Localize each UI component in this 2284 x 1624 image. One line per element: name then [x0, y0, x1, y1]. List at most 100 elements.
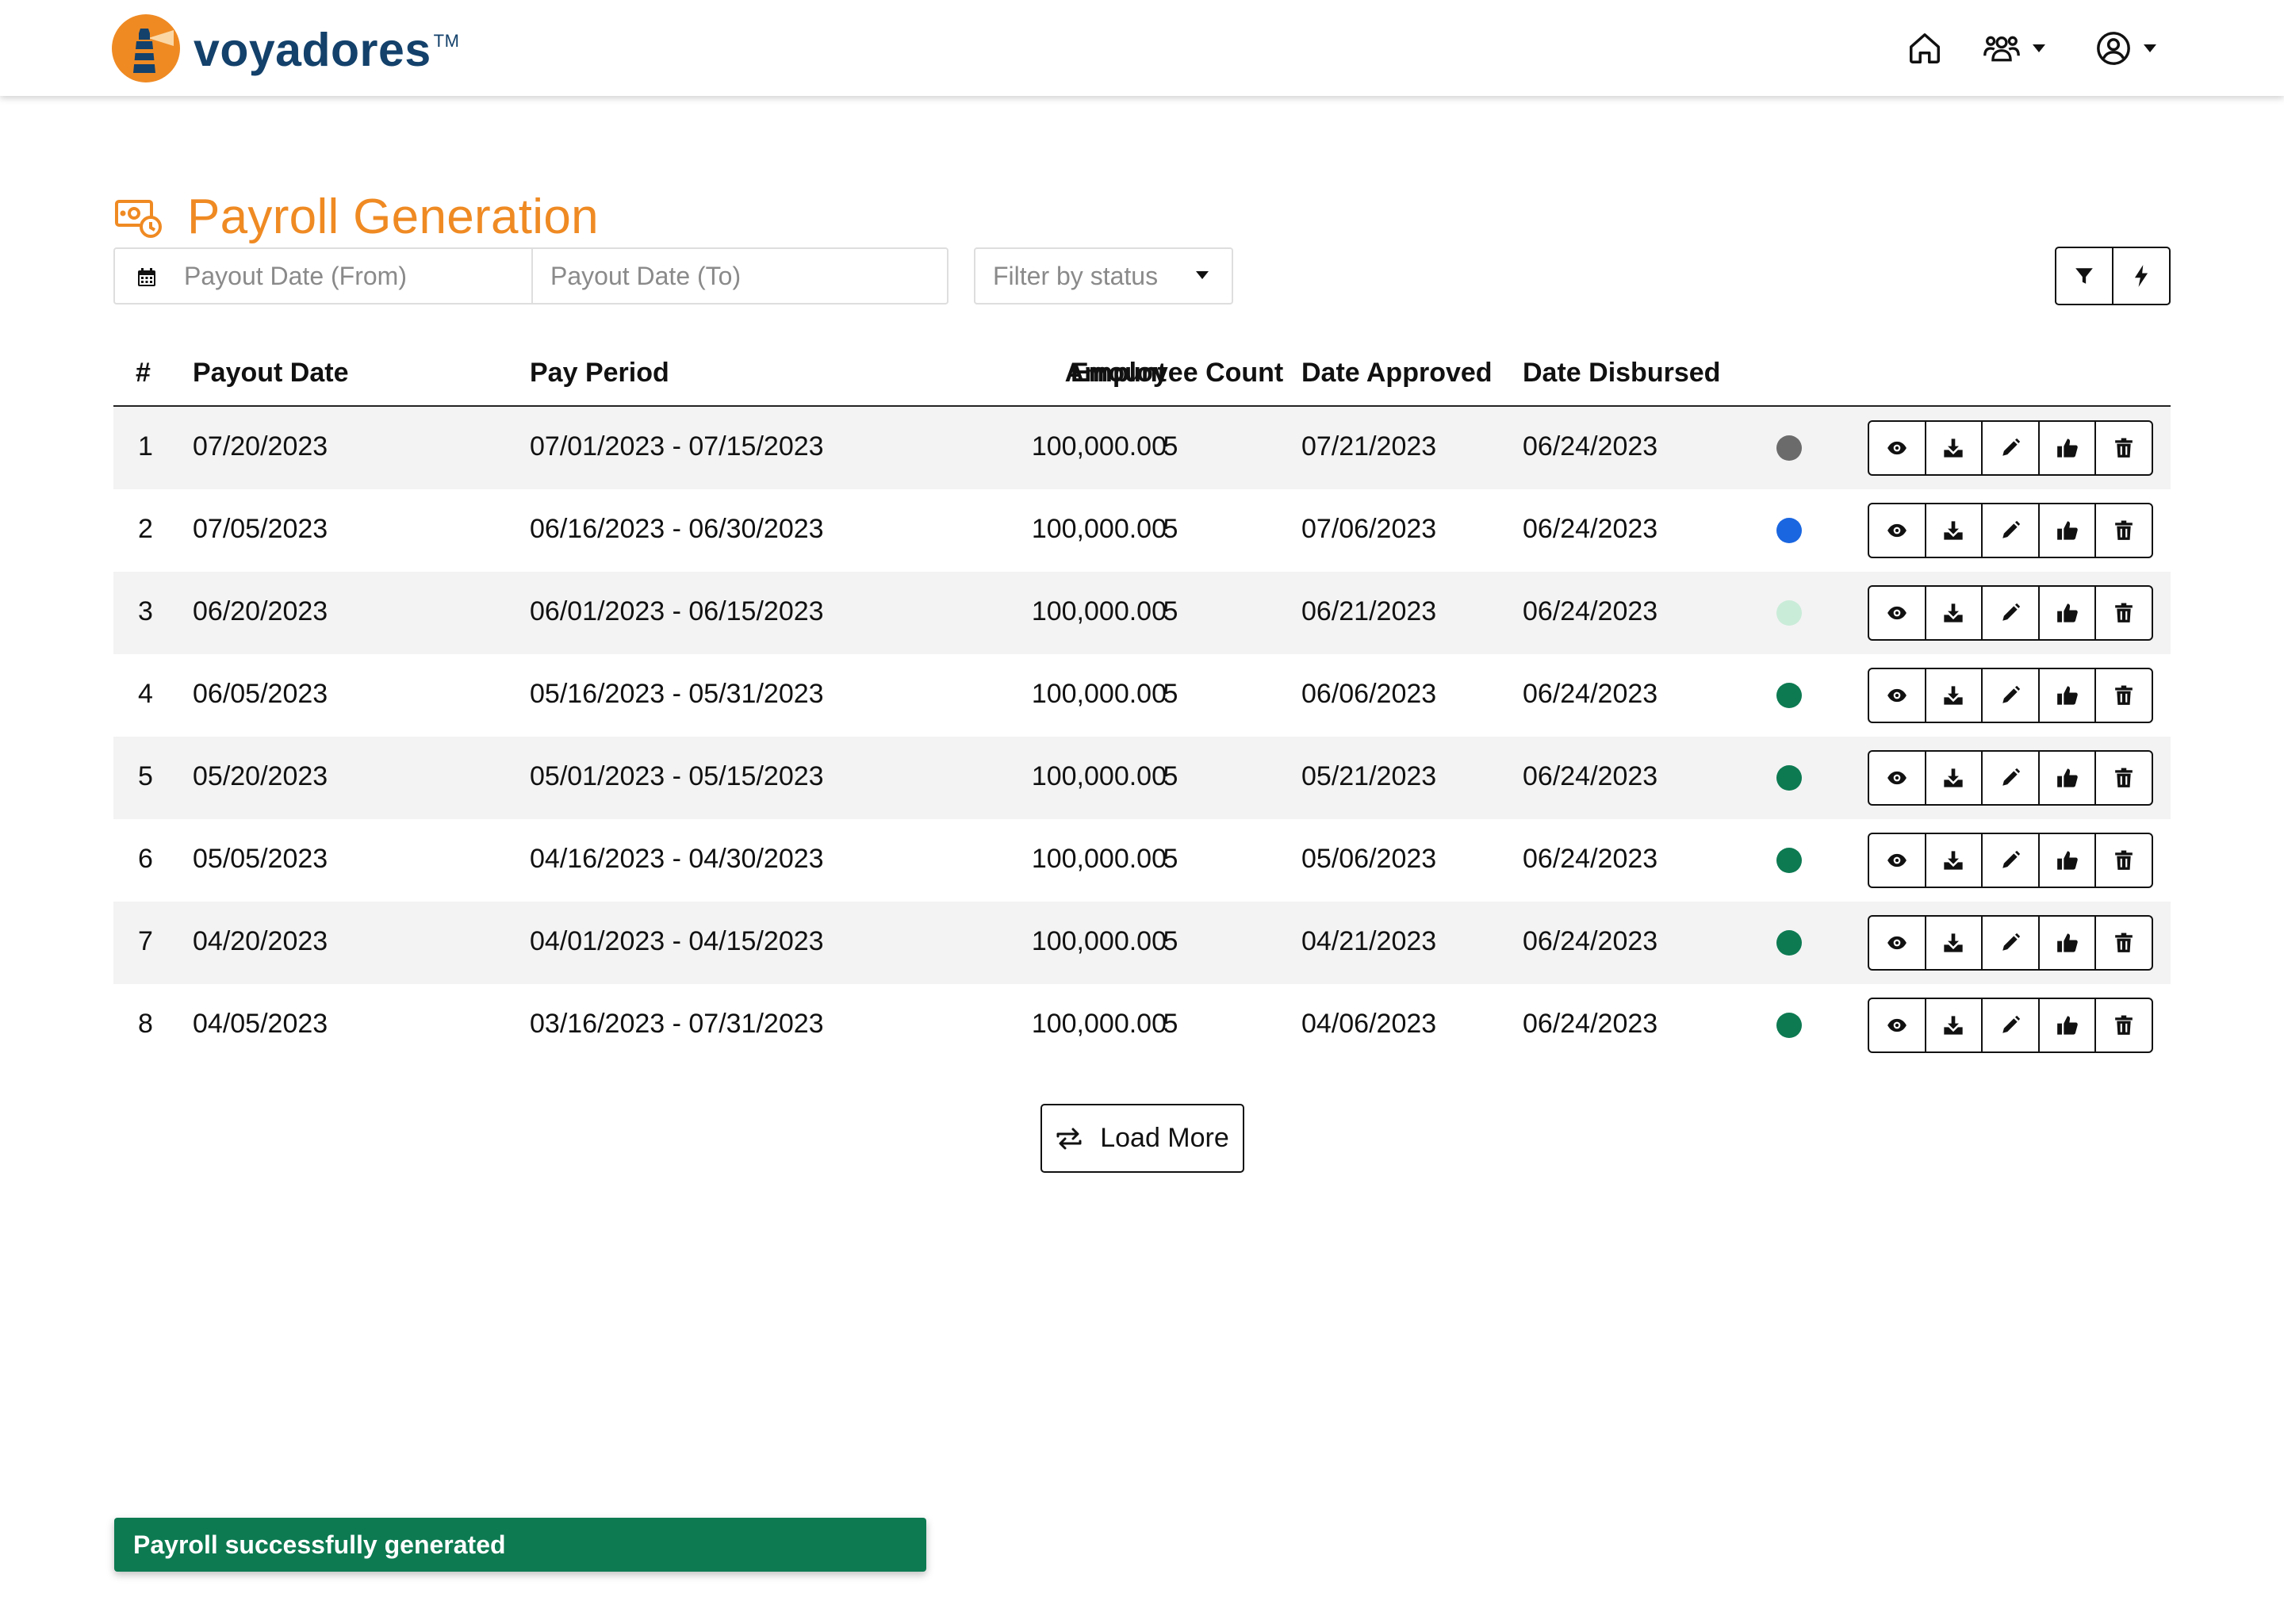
- delete-button[interactable]: [2094, 999, 2152, 1051]
- table-row[interactable]: 5 05/20/2023 05/01/2023 - 05/15/2023 100,00…: [113, 737, 2171, 819]
- status-indicator-dot: [1776, 848, 1802, 873]
- row-actions: [1868, 915, 2153, 971]
- status-indicator-dot: [1776, 930, 1802, 956]
- delete-button[interactable]: [2094, 669, 2152, 722]
- download-button[interactable]: [1924, 669, 1982, 722]
- header-date-disbursed[interactable]: Date Disbursed: [1523, 358, 1720, 389]
- download-button[interactable]: [1924, 587, 1982, 639]
- header-employee-count[interactable]: Employee Count: [1071, 358, 1283, 389]
- thumbs-up-icon: [2056, 932, 2079, 954]
- edit-button[interactable]: [1981, 504, 2038, 557]
- download-button[interactable]: [1924, 752, 1982, 804]
- table-row[interactable]: 8 04/05/2023 03/16/2023 - 07/31/2023 100,00…: [113, 984, 2171, 1067]
- download-button[interactable]: [1924, 422, 1982, 474]
- header-date-approved[interactable]: Date Approved: [1301, 358, 1493, 389]
- table-row[interactable]: 7 04/20/2023 04/01/2023 - 04/15/2023 100,00…: [113, 902, 2171, 984]
- generate-payroll-button[interactable]: [2112, 248, 2169, 304]
- thumbs-up-icon: [2056, 1014, 2079, 1036]
- lightning-icon: [2134, 265, 2148, 287]
- delete-button[interactable]: [2094, 422, 2152, 474]
- cell-date-approved: 05/21/2023: [1301, 761, 1437, 791]
- delete-button[interactable]: [2094, 834, 2152, 887]
- table-row[interactable]: 3 06/20/2023 06/01/2023 - 06/15/2023 100,00…: [113, 572, 2171, 654]
- download-button[interactable]: [1924, 917, 1982, 969]
- header-pay-period[interactable]: Pay Period: [530, 358, 669, 389]
- account-menu-button[interactable]: [2095, 29, 2157, 68]
- approve-button[interactable]: [2037, 752, 2095, 804]
- delete-button[interactable]: [2094, 504, 2152, 557]
- payroll-table: # Payout Date Pay Period Amount Employee…: [113, 350, 2171, 1067]
- cell-date-disbursed: 06/24/2023: [1523, 844, 1658, 874]
- cell-pay-period: 04/16/2023 - 04/30/2023: [530, 844, 824, 874]
- row-actions: [1868, 668, 2153, 723]
- status-filter-select[interactable]: Filter by status: [974, 247, 1233, 304]
- table-row[interactable]: 1 07/20/2023 07/01/2023 - 07/15/2023 100,00…: [113, 407, 2171, 489]
- table-row[interactable]: 2 07/05/2023 06/16/2023 - 06/30/2023 100,00…: [113, 489, 2171, 572]
- view-button[interactable]: [1869, 504, 1925, 557]
- cell-employee-count: 5: [1163, 761, 1178, 791]
- header-payout-date[interactable]: Payout Date: [193, 358, 349, 389]
- delete-button[interactable]: [2094, 917, 2152, 969]
- cell-pay-period: 03/16/2023 - 07/31/2023: [530, 1009, 824, 1039]
- home-button[interactable]: [1907, 29, 1943, 68]
- thumbs-up-icon: [2056, 684, 2079, 707]
- download-button[interactable]: [1924, 504, 1982, 557]
- download-button[interactable]: [1924, 999, 1982, 1051]
- approve-button[interactable]: [2037, 917, 2095, 969]
- team-menu-button[interactable]: [1983, 29, 2046, 68]
- load-more-label: Load More: [1100, 1123, 1229, 1153]
- eye-icon: [1887, 438, 1907, 458]
- view-button[interactable]: [1869, 752, 1925, 804]
- table-tools: [2055, 247, 2171, 305]
- brand-logo[interactable]: voyadores TM: [112, 14, 459, 82]
- view-button[interactable]: [1869, 422, 1925, 474]
- calendar-icon[interactable]: [136, 266, 158, 289]
- view-button[interactable]: [1869, 834, 1925, 887]
- approve-button[interactable]: [2037, 669, 2095, 722]
- edit-button[interactable]: [1981, 999, 2038, 1051]
- view-button[interactable]: [1869, 669, 1925, 722]
- download-icon: [1942, 684, 1964, 707]
- view-button[interactable]: [1869, 587, 1925, 639]
- edit-button[interactable]: [1981, 422, 2038, 474]
- approve-button[interactable]: [2037, 999, 2095, 1051]
- edit-button[interactable]: [1981, 752, 2038, 804]
- cell-date-approved: 07/21/2023: [1301, 431, 1437, 462]
- delete-button[interactable]: [2094, 752, 2152, 804]
- row-actions: [1868, 998, 2153, 1053]
- row-actions: [1868, 420, 2153, 476]
- cell-date-disbursed: 06/24/2023: [1523, 1009, 1658, 1039]
- cell-date-disbursed: 06/24/2023: [1523, 431, 1658, 462]
- load-more-button[interactable]: Load More: [1040, 1104, 1244, 1173]
- toast-message: Payroll successfully generated: [133, 1530, 506, 1559]
- cell-pay-period: 06/01/2023 - 06/15/2023: [530, 596, 824, 626]
- chevron-down-icon: [2033, 44, 2045, 52]
- download-icon: [1942, 932, 1964, 954]
- thumbs-up-icon: [2056, 519, 2079, 542]
- edit-button[interactable]: [1981, 834, 2038, 887]
- thumbs-up-icon: [2056, 849, 2079, 871]
- view-button[interactable]: [1869, 917, 1925, 969]
- approve-button[interactable]: [2037, 422, 2095, 474]
- lighthouse-logo-icon: [112, 14, 180, 82]
- approve-button[interactable]: [2037, 504, 2095, 557]
- download-icon: [1942, 767, 1964, 789]
- edit-button[interactable]: [1981, 587, 2038, 639]
- delete-button[interactable]: [2094, 587, 2152, 639]
- approve-button[interactable]: [2037, 587, 2095, 639]
- approve-button[interactable]: [2037, 834, 2095, 887]
- cell-date-disbursed: 06/24/2023: [1523, 761, 1658, 791]
- payout-date-to-input[interactable]: [550, 249, 931, 303]
- view-button[interactable]: [1869, 999, 1925, 1051]
- status-indicator-dot: [1776, 1013, 1802, 1038]
- download-button[interactable]: [1924, 834, 1982, 887]
- edit-button[interactable]: [1981, 669, 2038, 722]
- cell-date-disbursed: 06/24/2023: [1523, 514, 1658, 544]
- payout-date-from-input[interactable]: [184, 249, 517, 303]
- table-row[interactable]: 6 05/05/2023 04/16/2023 - 04/30/2023 100,00…: [113, 819, 2171, 902]
- filter-button[interactable]: [2056, 248, 2112, 304]
- trash-icon: [2114, 933, 2133, 953]
- users-icon: [1983, 36, 2020, 62]
- table-row[interactable]: 4 06/05/2023 05/16/2023 - 05/31/2023 100,00…: [113, 654, 2171, 737]
- edit-button[interactable]: [1981, 917, 2038, 969]
